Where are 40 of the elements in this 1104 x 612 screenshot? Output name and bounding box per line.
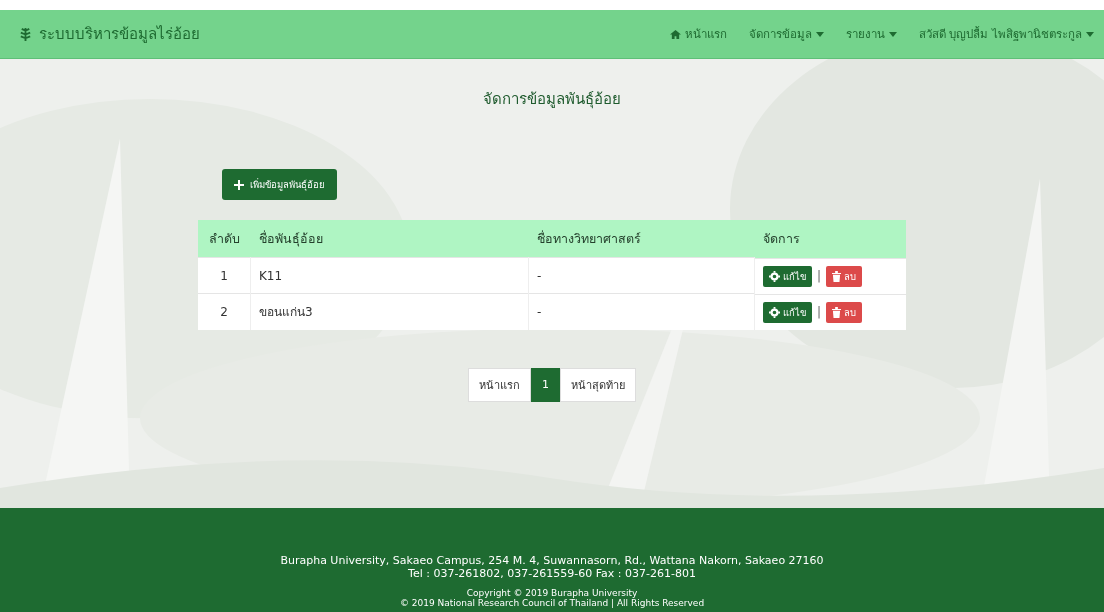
nav-link[interactable]: รายงาน (845, 25, 897, 43)
separator: | (817, 305, 822, 319)
gear-icon (769, 306, 780, 318)
delete-button[interactable]: ลบ (826, 301, 863, 323)
table-cell: ขอนแก่น3 (250, 293, 529, 330)
caret-icon (888, 31, 897, 37)
nav-link[interactable]: จัดการข้อมูล (748, 25, 824, 43)
plus-icon (234, 179, 244, 190)
nav-link[interactable]: หน้าแรก (669, 25, 727, 43)
table-cell: K11 (250, 257, 529, 294)
home-icon (669, 28, 681, 40)
caret-icon (1086, 31, 1094, 37)
gear-icon (769, 270, 780, 282)
separator: | (817, 269, 822, 283)
table-cell: - (528, 257, 755, 294)
add-button[interactable]: เพิ่มข้อมูลพันธุ์อ้อย (222, 169, 337, 200)
table-cell: 2 (198, 293, 251, 330)
footer-text: Burapha University, Sakaeo Campus, 254 M. 4, Suwannasorn, Rd., Wattana Nakorn, Sakaeo 27160 (280, 554, 824, 567)
table-cell: - (528, 293, 755, 330)
column-header: จัดการ (754, 220, 906, 258)
edit-button[interactable]: แก้ไข (763, 265, 812, 287)
trash-icon (832, 270, 842, 282)
caret-icon (815, 31, 824, 37)
table-cell: 1 (198, 257, 251, 294)
column-header: ลำดับ (198, 220, 251, 258)
column-header: ชื่อทางวิทยาศาสตร์ (528, 220, 755, 258)
plant-icon (18, 26, 33, 42)
footer-text: © 2019 National Research Council of Thailand | All Rights Reserved (399, 598, 705, 608)
page-button[interactable]: หน้าสุดท้าย (560, 367, 636, 402)
nav-link[interactable]: สวัสดี บุญปลื้ม ไพสิฐพานิชตระกูล (918, 25, 1094, 43)
edit-button[interactable]: แก้ไข (763, 301, 812, 323)
trash-icon (832, 306, 842, 318)
page-title: จัดการข้อมูลพันธุ์อ้อย (483, 89, 621, 111)
brand-title[interactable]: ระบบบริหารข้อมูลไร่อ้อย (39, 22, 200, 46)
delete-button[interactable]: ลบ (826, 265, 863, 287)
column-header: ชื่อพันธุ์อ้อย (250, 220, 529, 258)
footer-text: Tel : 037-261802, 037-261559-60 Fax : 037-261-801 (408, 567, 696, 580)
footer-text: Copyright © 2019 Burapha University (466, 588, 638, 598)
page-button[interactable]: หน้าแรก (468, 367, 531, 402)
page-button[interactable]: 1 (531, 367, 560, 402)
